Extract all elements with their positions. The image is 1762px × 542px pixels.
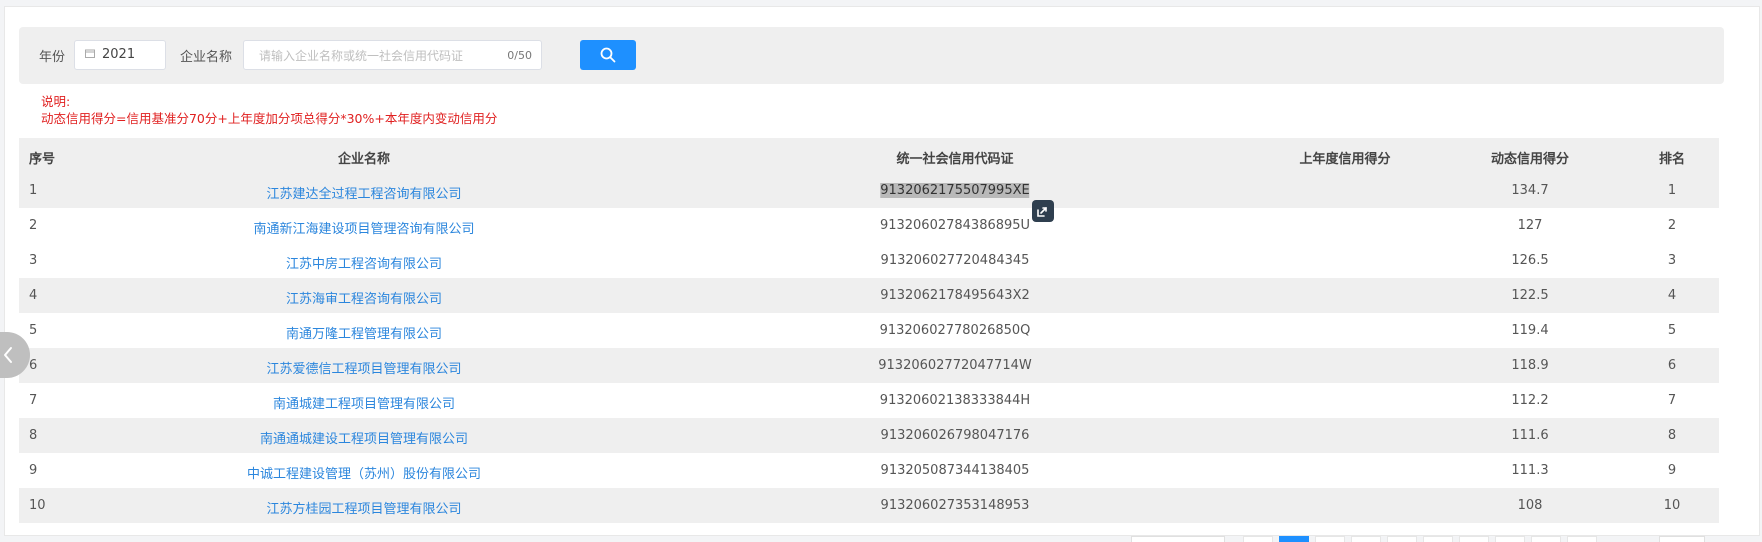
company-search-field[interactable]: 0/50 bbox=[243, 40, 542, 70]
company-link[interactable]: 江苏中房工程咨询有限公司 bbox=[286, 253, 442, 272]
company-link[interactable]: 南通通城建设工程项目管理有限公司 bbox=[260, 428, 468, 447]
rank: 6 bbox=[1667, 358, 1677, 373]
name-label: 企业名称 bbox=[180, 50, 233, 65]
table-row: 2 南通新江海建设项目管理咨询有限公司 91320602784386895U 1… bbox=[19, 208, 1719, 243]
external-link-icon[interactable] bbox=[1032, 200, 1054, 222]
row-index: 2 bbox=[29, 218, 38, 233]
company-link[interactable]: 江苏建达全过程工程咨询有限公司 bbox=[266, 183, 461, 202]
table-row: 6 江苏爱德信工程项目管理有限公司 91320602772047714W 118… bbox=[19, 348, 1719, 383]
rank: 9 bbox=[1667, 463, 1677, 478]
dynamic-score: 134.7 bbox=[1511, 183, 1549, 198]
calendar-icon bbox=[85, 49, 95, 58]
dynamic-score: 111.6 bbox=[1511, 428, 1549, 443]
company-link[interactable]: 南通城建工程项目管理有限公司 bbox=[273, 393, 455, 412]
table-row: 4 江苏海审工程咨询有限公司 9132062178495643X2 122.5 … bbox=[19, 278, 1719, 313]
header-code: 统一社会信用代码证 bbox=[896, 152, 1014, 167]
table-row: 8 南通通城建设工程项目管理有限公司 913206026798047176 11… bbox=[19, 418, 1719, 453]
row-index: 1 bbox=[29, 183, 38, 198]
header-name: 企业名称 bbox=[337, 152, 391, 167]
dynamic-score: 111.3 bbox=[1511, 463, 1549, 478]
header-prev-score: 上年度信用得分 bbox=[1299, 152, 1391, 167]
row-index: 10 bbox=[29, 498, 46, 513]
dynamic-score: 127 bbox=[1517, 218, 1543, 233]
credit-code: 9132062178495643X2 bbox=[880, 288, 1030, 303]
char-count: 0/50 bbox=[507, 49, 532, 62]
search-button[interactable] bbox=[580, 40, 636, 70]
rank: 10 bbox=[1663, 498, 1681, 513]
rank: 1 bbox=[1667, 183, 1677, 198]
credit-code: 91320602138333844H bbox=[879, 393, 1031, 408]
note-text: 动态信用得分=信用基准分70分+上年度加分项总得分*30%+本年度内变动信用分 bbox=[41, 111, 498, 126]
dynamic-score: 112.2 bbox=[1511, 393, 1549, 408]
row-index: 3 bbox=[29, 253, 38, 268]
dynamic-score: 119.4 bbox=[1511, 323, 1549, 338]
row-index: 5 bbox=[29, 323, 38, 338]
credit-code: 913206027720484345 bbox=[880, 253, 1030, 268]
credit-code: 913206026798047176 bbox=[880, 428, 1030, 443]
rank: 5 bbox=[1667, 323, 1677, 338]
chevron-left-icon bbox=[4, 347, 12, 363]
table-header: 序号 企业名称 统一社会信用代码证 上年度信用得分 动态信用得分 排名 bbox=[19, 138, 1719, 173]
credit-code: 91320602778026850Q bbox=[879, 323, 1031, 338]
credit-code: 913206027353148953 bbox=[880, 498, 1030, 513]
main-card: 年份 2021 企业名称 0/50 说明: 动态信用得分=信用基准分70分+上年… bbox=[4, 6, 1760, 542]
row-index: 4 bbox=[29, 288, 38, 303]
header-index: 序号 bbox=[29, 152, 56, 167]
rank: 2 bbox=[1667, 218, 1677, 233]
year-label: 年份 bbox=[39, 50, 66, 65]
dynamic-score: 122.5 bbox=[1511, 288, 1549, 303]
company-link[interactable]: 南通新江海建设项目管理咨询有限公司 bbox=[253, 218, 474, 237]
table-row: 7 南通城建工程项目管理有限公司 91320602138333844H 112.… bbox=[19, 383, 1719, 418]
table-row: 10 江苏方桂园工程项目管理有限公司 913206027353148953 10… bbox=[19, 488, 1719, 523]
rank: 8 bbox=[1667, 428, 1677, 443]
credit-code: 9132062175507995XE bbox=[880, 183, 1030, 198]
filter-bar: 年份 2021 企业名称 0/50 bbox=[19, 27, 1724, 84]
company-link[interactable]: 江苏方桂园工程项目管理有限公司 bbox=[266, 498, 461, 517]
table-row: 1 江苏建达全过程工程咨询有限公司 9132062175507995XE 134… bbox=[19, 173, 1719, 208]
company-link[interactable]: 江苏爱德信工程项目管理有限公司 bbox=[266, 358, 461, 377]
row-index: 8 bbox=[29, 428, 38, 443]
rank: 7 bbox=[1667, 393, 1677, 408]
credit-code: 91320602784386895U bbox=[879, 218, 1031, 233]
dynamic-score: 118.9 bbox=[1511, 358, 1549, 373]
company-search-input[interactable] bbox=[257, 46, 501, 66]
company-link[interactable]: 中诚工程建设管理（苏州）股份有限公司 bbox=[247, 463, 481, 482]
row-index: 9 bbox=[29, 463, 38, 478]
rank: 4 bbox=[1667, 288, 1677, 303]
table-row: 5 南通万隆工程管理有限公司 91320602778026850Q 119.4 … bbox=[19, 313, 1719, 348]
rank: 3 bbox=[1667, 253, 1677, 268]
year-value: 2021 bbox=[102, 47, 136, 62]
row-index: 7 bbox=[29, 393, 38, 408]
credit-table: 序号 企业名称 统一社会信用代码证 上年度信用得分 动态信用得分 排名 1 江苏… bbox=[19, 138, 1719, 523]
dynamic-score: 108 bbox=[1517, 498, 1543, 513]
table-row: 3 江苏中房工程咨询有限公司 913206027720484345 126.5 … bbox=[19, 243, 1719, 278]
header-dynamic-score: 动态信用得分 bbox=[1490, 152, 1570, 167]
dynamic-score: 126.5 bbox=[1511, 253, 1549, 268]
year-picker[interactable]: 2021 bbox=[74, 40, 166, 70]
table-row: 9 中诚工程建设管理（苏州）股份有限公司 913205087344138405 … bbox=[19, 453, 1719, 488]
company-link[interactable]: 江苏海审工程咨询有限公司 bbox=[286, 288, 442, 307]
company-link[interactable]: 南通万隆工程管理有限公司 bbox=[286, 323, 442, 342]
search-icon bbox=[600, 47, 616, 63]
credit-code: 913205087344138405 bbox=[880, 463, 1030, 478]
header-rank: 排名 bbox=[1658, 152, 1686, 167]
credit-code: 91320602772047714W bbox=[878, 358, 1032, 373]
row-index: 6 bbox=[29, 358, 38, 373]
